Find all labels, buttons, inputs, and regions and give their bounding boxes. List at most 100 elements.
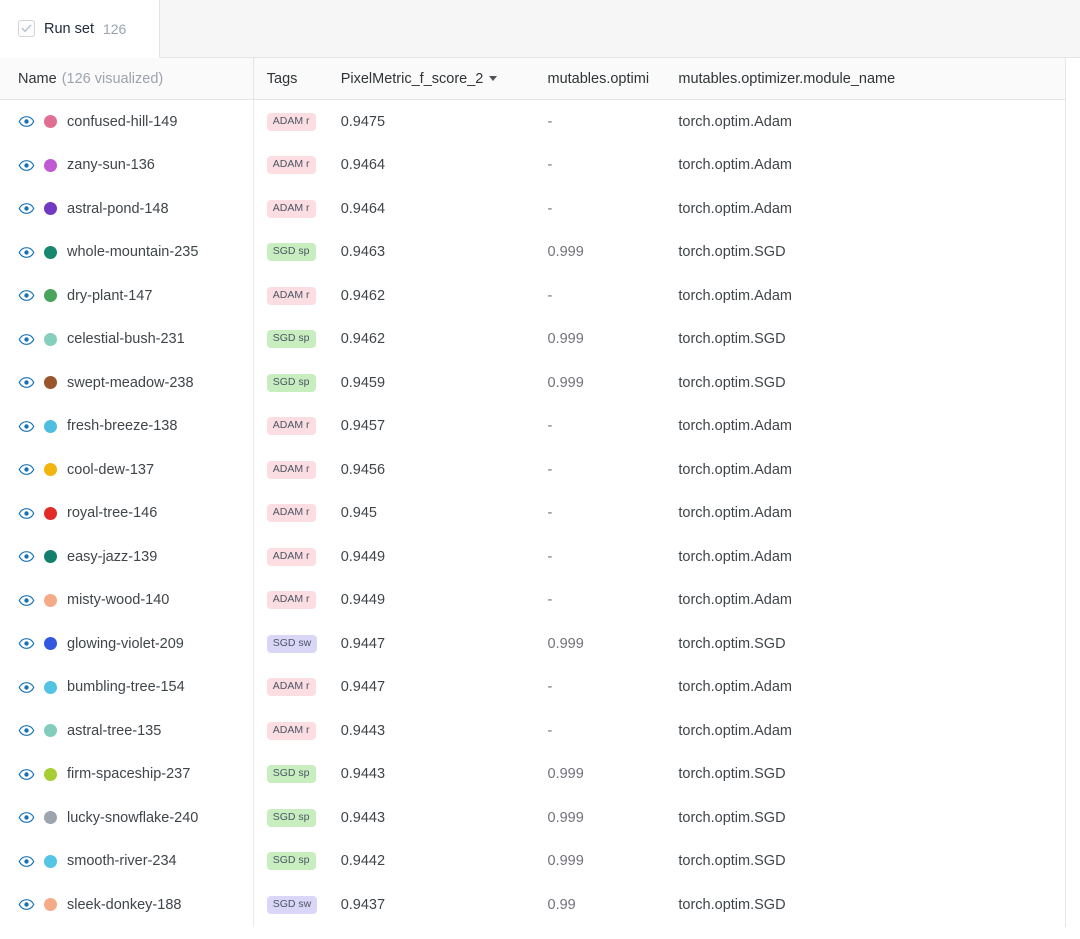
column-header-name[interactable]: Name (126 visualized) [0, 58, 253, 99]
run-tag-badge[interactable]: ADAM r [267, 287, 316, 305]
run-optimizer-module-name-value: torch.optim.Adam [678, 201, 792, 217]
run-color-dot [44, 594, 57, 607]
table-row[interactable]: lucky-snowflake-240 SGD sp 0.9443 0.999 … [0, 796, 1065, 840]
row-metric-cell: 0.9457 [333, 405, 548, 449]
row-tags-cell: ADAM r [253, 187, 333, 231]
run-mutables-optimi-value: - [548, 505, 553, 521]
visibility-eye-icon[interactable] [18, 287, 35, 304]
table-row[interactable]: smooth-river-234 SGD sp 0.9442 0.999 tor… [0, 840, 1065, 884]
visibility-eye-icon[interactable] [18, 157, 35, 174]
column-header-tags[interactable]: Tags [253, 58, 333, 99]
table-row[interactable]: swept-meadow-238 SGD sp 0.9459 0.999 tor… [0, 361, 1065, 405]
visibility-eye-icon[interactable] [18, 244, 35, 261]
run-tag-badge[interactable]: ADAM r [267, 504, 316, 522]
column-header-mutables-optimi[interactable]: mutables.optimi [548, 58, 671, 99]
table-row[interactable]: astral-pond-148 ADAM r 0.9464 - torch.op… [0, 187, 1065, 231]
run-tag-badge[interactable]: ADAM r [267, 156, 316, 174]
table-row[interactable]: whole-mountain-235 SGD sp 0.9463 0.999 t… [0, 231, 1065, 275]
table-row[interactable]: misty-wood-140 ADAM r 0.9449 - torch.opt… [0, 579, 1065, 623]
row-mutables-optimi-cell: - [548, 492, 671, 536]
row-metric-cell: 0.9475 [333, 100, 548, 144]
table-body: confused-hill-149 ADAM r 0.9475 - torch.… [0, 100, 1065, 927]
row-tags-cell: SGD sw [253, 622, 333, 666]
run-metric-value: 0.9449 [341, 549, 385, 565]
visibility-eye-icon[interactable] [18, 722, 35, 739]
visibility-eye-icon[interactable] [18, 896, 35, 913]
run-tag-badge[interactable]: SGD sp [267, 765, 316, 783]
run-color-dot [44, 289, 57, 302]
chevron-down-icon[interactable] [489, 76, 497, 81]
row-mutables-optimizer-module-name-cell: torch.optim.SGD [670, 231, 1065, 275]
table-row[interactable]: zany-sun-136 ADAM r 0.9464 - torch.optim… [0, 144, 1065, 188]
column-header-metric[interactable]: PixelMetric_f_score_2 [333, 58, 548, 99]
row-mutables-optimi-cell: 0.999 [548, 318, 671, 362]
run-tag-badge[interactable]: ADAM r [267, 417, 316, 435]
table-row[interactable]: bumbling-tree-154 ADAM r 0.9447 - torch.… [0, 666, 1065, 710]
table-row[interactable]: astral-tree-135 ADAM r 0.9443 - torch.op… [0, 709, 1065, 753]
table-row[interactable]: fresh-breeze-138 ADAM r 0.9457 - torch.o… [0, 405, 1065, 449]
visibility-eye-icon[interactable] [18, 200, 35, 217]
table-row[interactable]: confused-hill-149 ADAM r 0.9475 - torch.… [0, 100, 1065, 144]
table-row[interactable]: dry-plant-147 ADAM r 0.9462 - torch.opti… [0, 274, 1065, 318]
visibility-eye-icon[interactable] [18, 548, 35, 565]
run-metric-value: 0.9442 [341, 853, 385, 869]
run-optimizer-module-name-value: torch.optim.SGD [678, 636, 785, 652]
run-mutables-optimi-value: - [548, 462, 553, 478]
visibility-eye-icon[interactable] [18, 418, 35, 435]
table-row[interactable]: sleek-donkey-188 SGD sw 0.9437 0.99 torc… [0, 883, 1065, 927]
row-tags-cell: SGD sw [253, 883, 333, 927]
run-optimizer-module-name-value: torch.optim.Adam [678, 288, 792, 304]
run-tag-badge[interactable]: ADAM r [267, 200, 316, 218]
row-mutables-optimizer-module-name-cell: torch.optim.SGD [670, 361, 1065, 405]
run-tag-badge[interactable]: SGD sw [267, 896, 318, 914]
run-tag-badge[interactable]: SGD sp [267, 243, 316, 261]
run-name-label: astral-pond-148 [67, 201, 169, 217]
visibility-eye-icon[interactable] [18, 505, 35, 522]
run-set-checkbox[interactable] [18, 20, 35, 37]
visibility-eye-icon[interactable] [18, 113, 35, 130]
run-tag-badge[interactable]: SGD sp [267, 809, 316, 827]
table-row[interactable]: easy-jazz-139 ADAM r 0.9449 - torch.opti… [0, 535, 1065, 579]
row-mutables-optimizer-module-name-cell: torch.optim.Adam [670, 492, 1065, 536]
row-mutables-optimizer-module-name-cell: torch.optim.Adam [670, 405, 1065, 449]
run-color-dot [44, 681, 57, 694]
visibility-eye-icon[interactable] [18, 635, 35, 652]
table-row[interactable]: royal-tree-146 ADAM r 0.945 - torch.opti… [0, 492, 1065, 536]
run-name-label: dry-plant-147 [67, 288, 152, 304]
run-tag-badge[interactable]: SGD sp [267, 330, 316, 348]
visibility-eye-icon[interactable] [18, 331, 35, 348]
column-header-mutables-optimi-label: mutables.optimi [548, 71, 650, 87]
column-header-mutables-optimizer-module-name[interactable]: mutables.optimizer.module_name [670, 58, 1065, 99]
table-row[interactable]: celestial-bush-231 SGD sp 0.9462 0.999 t… [0, 318, 1065, 362]
run-name-label: swept-meadow-238 [67, 375, 194, 391]
visibility-eye-icon[interactable] [18, 592, 35, 609]
visibility-eye-icon[interactable] [18, 809, 35, 826]
run-optimizer-module-name-value: torch.optim.Adam [678, 592, 792, 608]
run-tag-badge[interactable]: SGD sw [267, 635, 318, 653]
visibility-eye-icon[interactable] [18, 853, 35, 870]
run-tag-badge[interactable]: SGD sp [267, 374, 316, 392]
run-tag-badge[interactable]: ADAM r [267, 461, 316, 479]
tab-run-set[interactable]: Run set 126 [0, 0, 160, 58]
run-tag-badge[interactable]: ADAM r [267, 722, 316, 740]
run-mutables-optimi-value: - [548, 288, 553, 304]
run-name-label: smooth-river-234 [67, 853, 177, 869]
run-tag-badge[interactable]: ADAM r [267, 113, 316, 131]
visibility-eye-icon[interactable] [18, 374, 35, 391]
run-tag-badge[interactable]: SGD sp [267, 852, 316, 870]
row-tags-cell: SGD sp [253, 231, 333, 275]
table-row[interactable]: cool-dew-137 ADAM r 0.9456 - torch.optim… [0, 448, 1065, 492]
visibility-eye-icon[interactable] [18, 461, 35, 478]
run-tag-badge[interactable]: ADAM r [267, 548, 316, 566]
table-row[interactable]: firm-spaceship-237 SGD sp 0.9443 0.999 t… [0, 753, 1065, 797]
run-name-label: easy-jazz-139 [67, 549, 157, 565]
run-optimizer-module-name-value: torch.optim.Adam [678, 157, 792, 173]
visibility-eye-icon[interactable] [18, 679, 35, 696]
row-tags-cell: ADAM r [253, 144, 333, 188]
row-mutables-optimizer-module-name-cell: torch.optim.SGD [670, 753, 1065, 797]
run-tag-badge[interactable]: ADAM r [267, 678, 316, 696]
visibility-eye-icon[interactable] [18, 766, 35, 783]
run-tag-badge[interactable]: ADAM r [267, 591, 316, 609]
run-metric-value: 0.9463 [341, 244, 385, 260]
table-row[interactable]: glowing-violet-209 SGD sw 0.9447 0.999 t… [0, 622, 1065, 666]
